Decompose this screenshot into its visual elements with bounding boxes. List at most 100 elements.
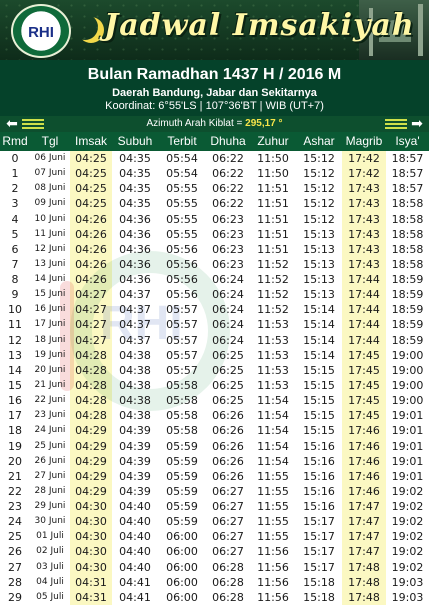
- table-row: 2 08 Juni 04:25 04:35 05:55 06:22 11:51 15:12 17…: [0, 181, 429, 196]
- table-row: 20 26 Juni 04:29 04:39 05:59 06:26 11:54 15:16 1…: [0, 454, 429, 469]
- cell-ashar: 15:16: [303, 469, 335, 483]
- cell-dhuha: 06:22: [212, 152, 244, 165]
- cell-terbit: 05:57: [166, 363, 198, 377]
- cell-imsak: 04:29: [75, 424, 107, 438]
- cell-rmd: 25: [8, 530, 22, 544]
- cell-rmd: 5: [11, 227, 19, 241]
- table-row: 12 18 Juni 04:27 04:37 05:57 06:24 11:53 15:14 1…: [0, 333, 429, 348]
- cell-imsak: 04:27: [75, 288, 107, 302]
- cell-rmd: 2: [11, 182, 19, 196]
- cell-ashar: 15:16: [303, 500, 335, 514]
- table-row: 1 07 Juni 04:25 04:35 05:54 06:22 11:50 15:12 17…: [0, 166, 429, 181]
- cell-isya: 19:01: [391, 454, 424, 468]
- cell-imsak: 04:26: [75, 257, 107, 271]
- cell-subuh: 04:36: [119, 227, 151, 241]
- region-label: Daerah Bandung, Jabar dan Sekitarnya: [112, 87, 317, 99]
- cell-rmd: 19: [8, 439, 22, 453]
- cell-isya: 18:58: [391, 242, 424, 256]
- cell-isya: 18:58: [391, 227, 424, 241]
- cell-magrib: 17:46: [348, 469, 380, 483]
- cell-terbit: 05:58: [166, 394, 198, 408]
- month-year-title: Bulan Ramadhan 1437 H / 2016 M: [87, 66, 342, 83]
- cell-dhuha: 06:26: [212, 454, 244, 468]
- cell-tgl: 27 Juni: [34, 470, 66, 481]
- cell-imsak: 04:26: [75, 273, 107, 287]
- cell-rmd: 9: [11, 288, 19, 302]
- cell-imsak: 04:27: [75, 318, 107, 332]
- cell-imsak: 04:25: [75, 197, 107, 211]
- table-row: 18 24 Juni 04:29 04:39 05:58 06:26 11:54 15:15 1…: [0, 423, 429, 438]
- right-arrow-icon[interactable]: ➡: [407, 116, 427, 132]
- table-row: 25 01 Juli 04:30 04:40 06:00 06:27 11:55 15:17 1…: [0, 529, 429, 544]
- cell-tgl: 30 Juni: [34, 516, 66, 527]
- table-row: 9 15 Juni 04:27 04:37 05:56 06:24 11:52 15:13 17…: [0, 287, 429, 302]
- cell-tgl: 02 Juli: [36, 546, 64, 557]
- cell-terbit: 05:59: [166, 469, 198, 483]
- cell-imsak: 04:31: [75, 575, 107, 589]
- cell-tgl: 12 Juni: [34, 243, 66, 254]
- cell-ashar: 15:12: [303, 212, 335, 226]
- cell-tgl: 23 Juni: [34, 410, 66, 421]
- cell-rmd: 0: [11, 152, 19, 165]
- cell-terbit: 05:54: [166, 167, 198, 181]
- cell-imsak: 04:28: [75, 379, 107, 392]
- cell-subuh: 04:39: [119, 424, 151, 438]
- cell-imsak: 04:25: [75, 167, 107, 181]
- cell-zuhur: 11:51: [257, 197, 289, 211]
- cell-rmd: 8: [11, 273, 19, 287]
- cell-magrib: 17:43: [348, 212, 380, 226]
- cell-rmd: 6: [11, 242, 19, 256]
- cell-magrib: 17:45: [348, 409, 380, 423]
- cell-rmd: 3: [11, 197, 19, 211]
- cell-subuh: 04:35: [119, 197, 151, 211]
- cell-dhuha: 06:23: [212, 257, 244, 271]
- cell-magrib: 17:43: [348, 257, 380, 271]
- cell-magrib: 17:48: [348, 590, 380, 604]
- cell-rmd: 20: [8, 454, 22, 468]
- cell-subuh: 04:39: [119, 469, 151, 483]
- cell-rmd: 10: [8, 303, 22, 317]
- col-header-rmd: Rmd: [2, 134, 28, 148]
- cell-isya: 19:02: [391, 500, 424, 514]
- table-row: 28 04 Juli 04:31 04:41 06:00 06:28 11:56 15:18 1…: [0, 575, 429, 590]
- cell-magrib: 17:48: [348, 560, 380, 574]
- table-row: 0 06 Juni 04:25 04:35 05:54 06:22 11:50 15:12 17…: [0, 151, 429, 166]
- bars-icon-right: [385, 119, 407, 129]
- cell-dhuha: 06:28: [212, 575, 244, 589]
- cell-dhuha: 06:23: [212, 242, 244, 256]
- cell-isya: 18:58: [391, 197, 424, 211]
- cell-dhuha: 06:22: [212, 167, 244, 181]
- cell-isya: 19:01: [391, 469, 424, 483]
- cell-isya: 19:00: [391, 348, 424, 362]
- cell-zuhur: 11:53: [257, 348, 289, 362]
- cell-dhuha: 06:27: [212, 484, 244, 498]
- cell-rmd: 16: [8, 394, 22, 408]
- cell-zuhur: 11:51: [257, 182, 289, 196]
- cell-dhuha: 06:24: [212, 333, 244, 347]
- cell-tgl: 22 Juni: [34, 395, 66, 406]
- cell-imsak: 04:29: [75, 439, 107, 453]
- col-header-dhuha: Dhuha: [210, 134, 246, 148]
- cell-subuh: 04:40: [119, 560, 151, 574]
- cell-imsak: 04:27: [75, 333, 107, 347]
- rhi-logo: RHI: [11, 4, 71, 58]
- cell-zuhur: 11:52: [257, 303, 289, 317]
- cell-terbit: 06:00: [166, 590, 198, 604]
- table-row: 23 29 Juni 04:30 04:40 05:59 06:27 11:55 15:16 1…: [0, 499, 429, 514]
- cell-magrib: 17:47: [348, 515, 380, 529]
- cell-ashar: 15:12: [303, 167, 335, 181]
- col-header-subuh: Subuh: [117, 134, 153, 148]
- cell-zuhur: 11:56: [257, 545, 289, 559]
- cell-isya: 19:02: [391, 484, 424, 498]
- cell-zuhur: 11:50: [257, 152, 289, 165]
- table-row: 5 11 Juni 04:26 04:36 05:55 06:23 11:51 15:13 17…: [0, 227, 429, 242]
- cell-imsak: 04:28: [75, 409, 107, 423]
- table-row: 24 30 Juni 04:30 04:40 05:59 06:27 11:55 15:17 1…: [0, 514, 429, 529]
- cell-terbit: 05:57: [166, 348, 198, 362]
- cell-magrib: 17:46: [348, 439, 380, 453]
- cell-rmd: 17: [8, 409, 22, 423]
- cell-zuhur: 11:54: [257, 439, 289, 453]
- cell-imsak: 04:30: [75, 560, 107, 574]
- table-row: 15 21 Juni 04:28 04:38 05:58 06:25 11:53 15:15 1…: [0, 378, 429, 393]
- cell-zuhur: 11:53: [257, 363, 289, 377]
